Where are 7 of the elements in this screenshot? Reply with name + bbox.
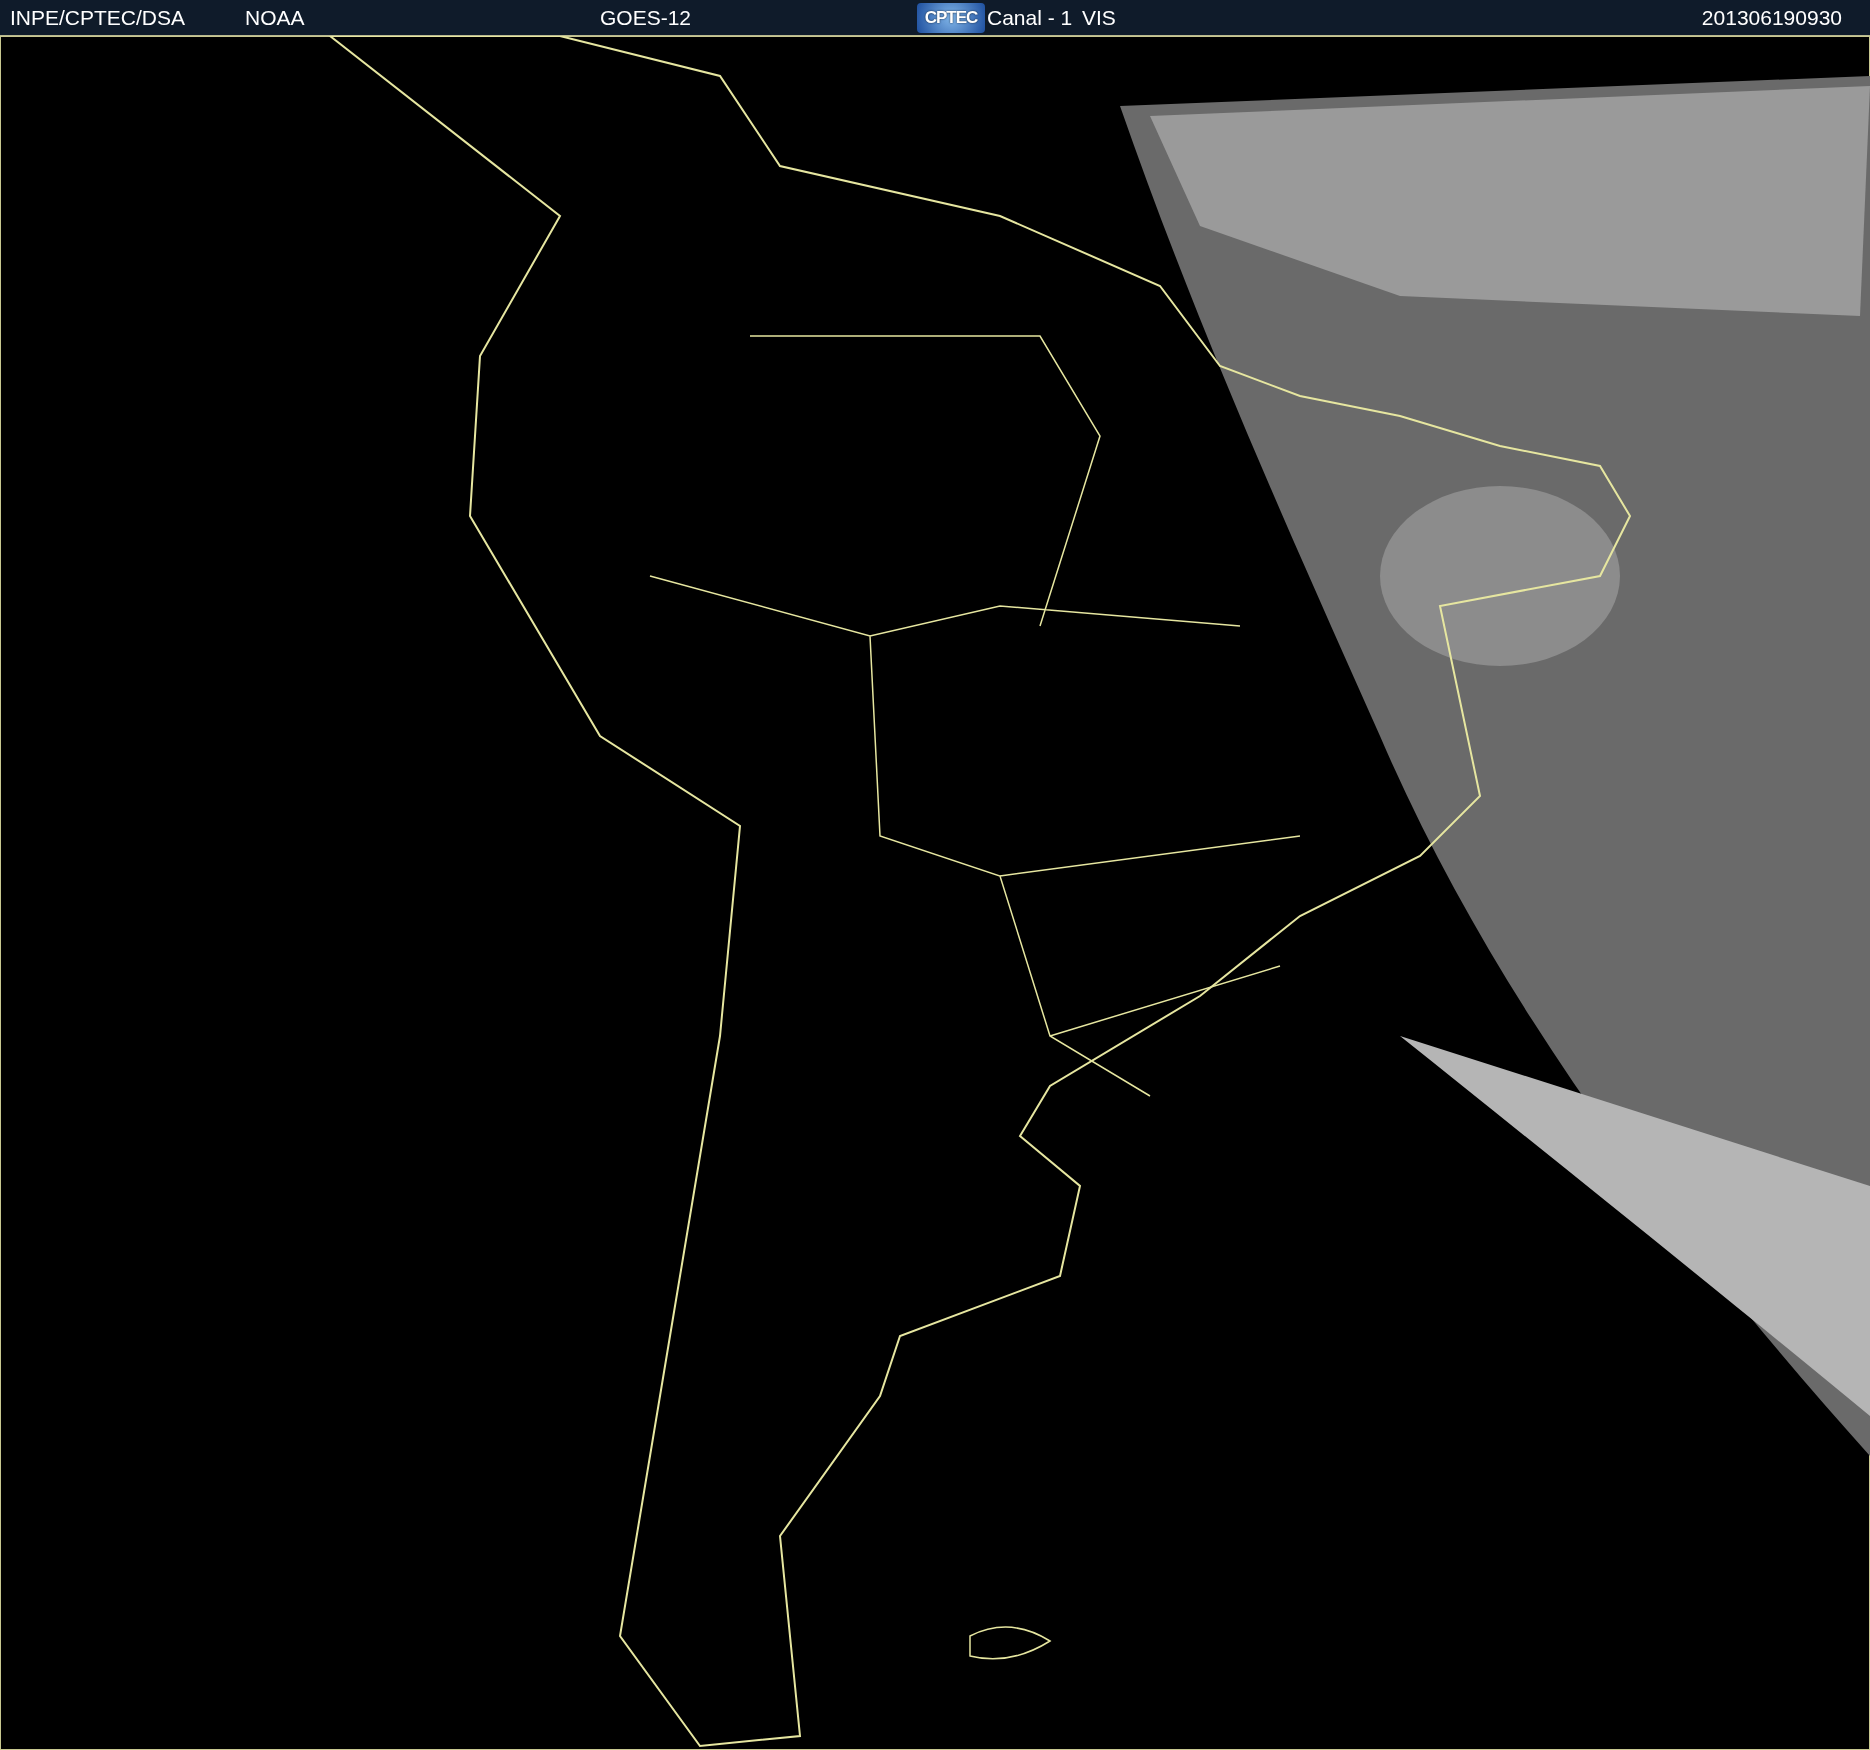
- header-label: INPE/CPTEC/DSA: [10, 5, 187, 30]
- header-label: 201306190930: [1701, 5, 1842, 30]
- logo: CPTEC: [917, 2, 985, 33]
- header-label: GOES-12: [600, 5, 693, 30]
- header-label: Canal - 1: [987, 5, 1074, 30]
- header-label: NOAA: [245, 5, 306, 30]
- header-label: VIS: [1082, 5, 1117, 30]
